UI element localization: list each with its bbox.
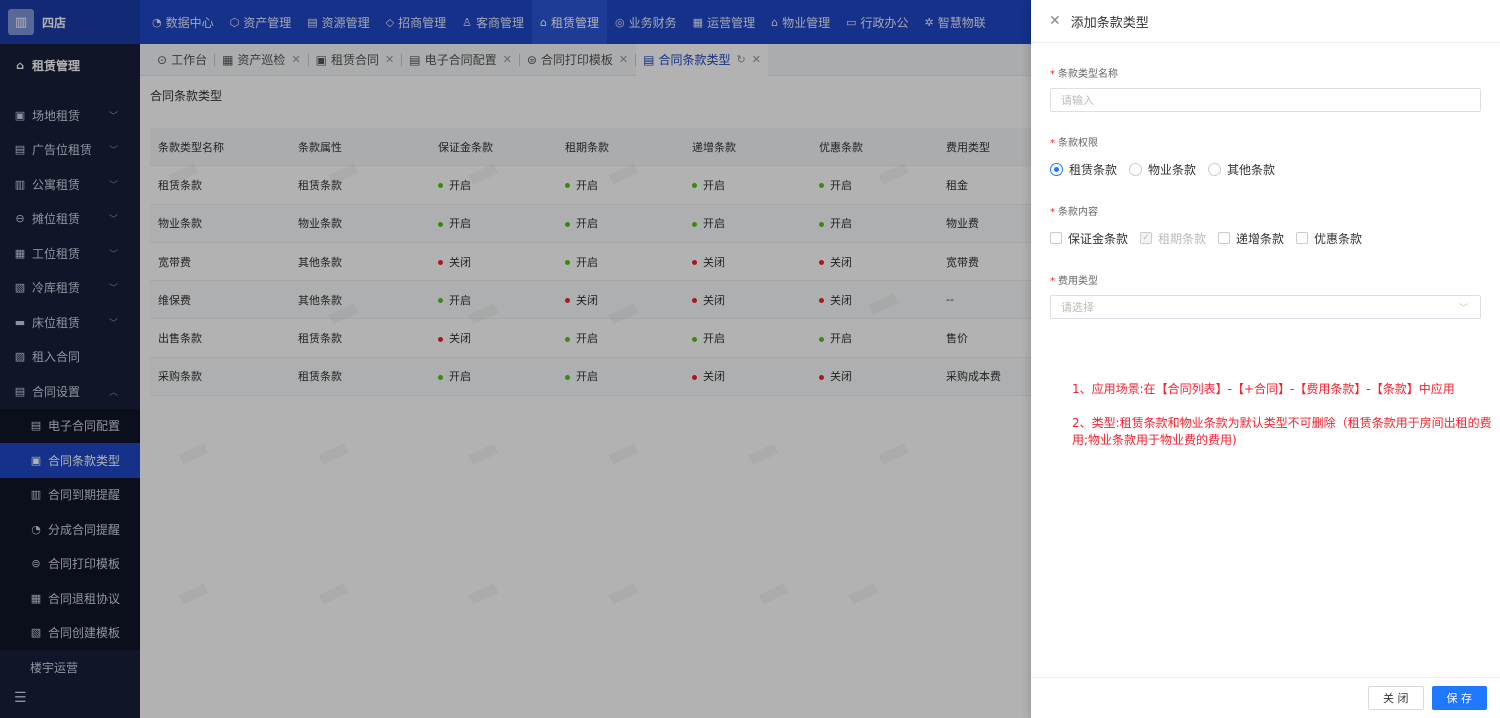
option-label: 物业条款 [1148, 162, 1197, 177]
option-label: 租期条款 [1158, 231, 1207, 246]
permission-radio-group: 租赁条款 物业条款 其他条款 [1050, 157, 1481, 181]
clause-type-form: * 条款类型名称 请输入 * 条款权限 租赁条款 物业条款 其他条款 * 条款内容 保证金… [1031, 65, 1500, 319]
checkbox: ✓ [1140, 232, 1153, 244]
checkbox[interactable] [1218, 232, 1231, 244]
note-1: 1、应用场景:在【合同列表】-【+合同】-【费用条款】-【条款】中应用 [1072, 382, 1455, 396]
content-option-0[interactable]: 保证金条款 [1050, 230, 1128, 247]
option-label: 递增条款 [1236, 231, 1285, 246]
drawer-header: ✕ 添加条款类型 [1031, 0, 1500, 43]
radio-button[interactable] [1208, 162, 1222, 176]
radio-button[interactable] [1050, 162, 1063, 176]
usage-notes: 1、应用场景:在【合同列表】-【+合同】-【费用条款】-【条款】中应用 2、类型… [1072, 381, 1492, 466]
save-button[interactable]: 保 存 [1431, 686, 1487, 710]
fee-field-label: * 费用类型 [1050, 276, 1098, 287]
drawer-footer: 关 闭 保 存 [1031, 677, 1500, 718]
option-label: 优惠条款 [1314, 231, 1363, 246]
permission-option-1[interactable]: 物业条款 [1129, 161, 1196, 178]
permission-option-2[interactable]: 其他条款 [1208, 161, 1275, 178]
fee-placeholder: 请选择 [1061, 301, 1094, 314]
app-root: ▥ 四店 ◔ 数据中心 ⬡ 资产管理 ▤ 资源管理 ◇ 招商管理 ♙ 客商管理 ⌂ 租赁管理 ◎ 业务财务… [0, 0, 1500, 718]
add-clause-type-drawer: ✕ 添加条款类型 * 条款类型名称 请输入 * 条款权限 租赁条款 物业条款 其他条款 … [1031, 0, 1500, 718]
content-checkbox-group: 保证金条款 ✓ 租期条款 递增条款 优惠条款 [1050, 226, 1481, 250]
modal-overlay[interactable] [0, 0, 1031, 718]
drawer-title: 添加条款类型 [1070, 15, 1149, 31]
note-2: 2、类型:租赁条款和物业条款为默认类型不可删除（租赁条款用于房间出租的费用;物业… [1072, 416, 1492, 447]
clause-name-input[interactable]: 请输入 [1050, 88, 1481, 112]
close-button[interactable]: 关 闭 [1368, 686, 1424, 710]
chevron-down-icon: ﹀ [1458, 303, 1468, 314]
close-icon[interactable]: ✕ [1049, 13, 1061, 29]
content-option-1: ✓ 租期条款 [1140, 230, 1206, 247]
content-field-label: * 条款内容 [1050, 207, 1098, 218]
radio-button[interactable] [1129, 162, 1143, 176]
permission-field-label: * 条款权限 [1050, 138, 1098, 149]
option-label: 租赁条款 [1069, 162, 1118, 177]
name-placeholder: 请输入 [1061, 94, 1094, 107]
checkbox[interactable] [1050, 232, 1062, 244]
permission-option-0[interactable]: 租赁条款 [1050, 161, 1117, 178]
option-label: 保证金条款 [1068, 231, 1129, 246]
content-option-2[interactable]: 递增条款 [1218, 230, 1284, 247]
option-label: 其他条款 [1227, 162, 1276, 177]
fee-type-select[interactable]: 请选择 ﹀ [1050, 295, 1481, 319]
content-option-3[interactable]: 优惠条款 [1296, 230, 1362, 247]
name-field-label: * 条款类型名称 [1050, 69, 1118, 80]
checkbox[interactable] [1296, 232, 1309, 244]
